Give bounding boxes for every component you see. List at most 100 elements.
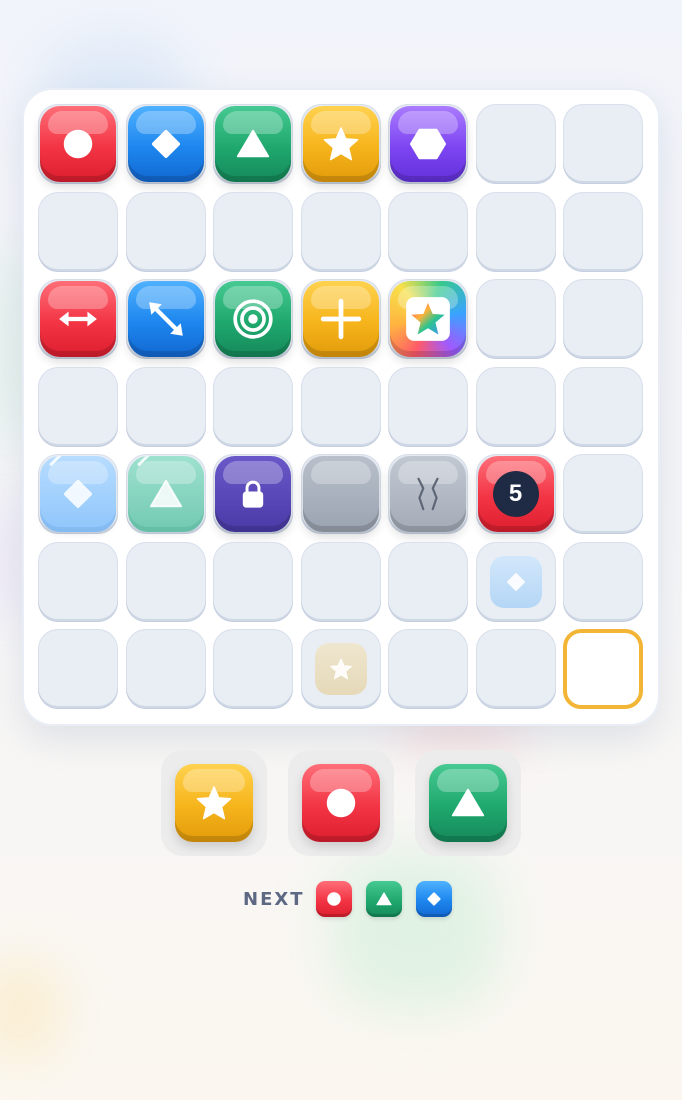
board-cell[interactable] xyxy=(475,191,556,272)
powerup-tile-rainbow[interactable] xyxy=(390,281,466,357)
board-cell[interactable] xyxy=(38,454,118,534)
board-grid: 5 xyxy=(38,104,643,709)
board-cell[interactable] xyxy=(388,104,468,184)
diamond-icon xyxy=(427,892,441,906)
powerup-tile-green[interactable] xyxy=(215,281,291,357)
board-cell[interactable] xyxy=(563,541,643,622)
tray-slot[interactable] xyxy=(415,750,521,856)
tray-piece-red[interactable] xyxy=(302,764,380,842)
gem-tile-blue[interactable] xyxy=(127,106,204,182)
board-cell[interactable] xyxy=(38,629,118,709)
cracked-stone-tile-gray[interactable] xyxy=(390,456,466,532)
board-cell[interactable] xyxy=(300,541,381,622)
board-cell[interactable] xyxy=(125,191,206,272)
tray-piece-green[interactable] xyxy=(429,764,507,842)
ice-shine xyxy=(48,456,67,467)
board-cell[interactable] xyxy=(213,279,293,359)
board-cell[interactable] xyxy=(213,191,293,272)
next-queue: NEXT xyxy=(0,880,682,918)
board-cell[interactable] xyxy=(300,279,381,359)
tray-slot[interactable] xyxy=(288,750,394,856)
horizontal-arrows-icon xyxy=(59,311,97,327)
board-cell[interactable] xyxy=(213,104,293,184)
triangle-icon xyxy=(451,788,485,817)
board-cell[interactable] xyxy=(388,541,468,622)
board-cell[interactable] xyxy=(125,279,206,359)
board-cell[interactable] xyxy=(213,541,293,622)
diamond-icon xyxy=(506,572,525,591)
rainbow-star-icon xyxy=(406,297,450,341)
background-blob xyxy=(330,850,500,1010)
board-cell[interactable] xyxy=(38,279,118,359)
board-cell[interactable] xyxy=(125,629,206,709)
placement-preview xyxy=(489,555,542,608)
board-cell[interactable] xyxy=(125,541,206,622)
board-cell[interactable] xyxy=(125,454,206,534)
board-cell[interactable] xyxy=(388,366,468,447)
ice-tile-green[interactable] xyxy=(127,456,204,532)
ice-tile-blue[interactable] xyxy=(40,456,116,532)
board-cell[interactable] xyxy=(563,279,643,359)
tray-slot[interactable] xyxy=(161,750,267,856)
board-cell[interactable] xyxy=(213,366,293,447)
gem-tile-green[interactable] xyxy=(215,106,291,182)
bomb-counter-tile-red[interactable]: 5 xyxy=(477,456,554,532)
board-cell[interactable] xyxy=(300,629,381,709)
star-icon xyxy=(329,658,352,680)
board-cell[interactable] xyxy=(38,191,118,272)
powerup-tile-blue[interactable] xyxy=(127,281,204,357)
powerup-tile-red[interactable] xyxy=(40,281,116,357)
board-cell[interactable] xyxy=(388,191,468,272)
gem-tile-purple[interactable] xyxy=(390,106,466,182)
board-cell[interactable] xyxy=(388,454,468,534)
star-icon xyxy=(196,786,232,820)
triangle-icon xyxy=(236,129,270,158)
board-cell[interactable] xyxy=(475,629,556,709)
tray-piece-yellow[interactable] xyxy=(175,764,253,842)
next-piece-red xyxy=(316,881,352,917)
board-cell[interactable] xyxy=(125,366,206,447)
locked-tile-purple[interactable] xyxy=(215,456,291,532)
board-cell[interactable] xyxy=(475,279,556,359)
game-board: 5 xyxy=(22,88,660,726)
target-rings-icon xyxy=(233,299,273,339)
background-blob xyxy=(0,960,60,1060)
board-cell[interactable]: 5 xyxy=(475,454,556,534)
triangle-icon xyxy=(376,892,392,906)
board-cell[interactable] xyxy=(563,454,643,534)
circle-icon xyxy=(63,129,93,159)
stone-tile-gray[interactable] xyxy=(302,456,379,532)
board-cell[interactable] xyxy=(388,629,468,709)
board-cell[interactable] xyxy=(300,454,381,534)
board-cell[interactable] xyxy=(38,366,118,447)
board-cell[interactable] xyxy=(475,541,556,622)
diamond-icon xyxy=(151,130,180,158)
padlock-icon xyxy=(242,480,264,508)
board-cell[interactable] xyxy=(38,104,118,184)
board-cell[interactable] xyxy=(213,454,293,534)
board-cell[interactable] xyxy=(125,104,206,184)
placement-preview xyxy=(314,643,367,695)
diamond-icon xyxy=(64,480,92,508)
powerup-tile-yellow[interactable] xyxy=(302,281,379,357)
board-cell[interactable] xyxy=(300,191,381,272)
board-cell[interactable] xyxy=(38,541,118,622)
crack-icon xyxy=(417,477,439,511)
board-cell[interactable] xyxy=(213,629,293,709)
diagonal-arrows-icon xyxy=(148,302,183,336)
plus-cross-icon xyxy=(320,298,361,340)
next-piece-green xyxy=(366,881,402,917)
gem-tile-red[interactable] xyxy=(40,106,116,182)
board-cell[interactable] xyxy=(563,191,643,272)
gem-tile-yellow[interactable] xyxy=(302,106,379,182)
board-cell[interactable] xyxy=(563,366,643,447)
board-cell[interactable] xyxy=(475,104,556,184)
board-cell[interactable] xyxy=(300,366,381,447)
board-cell[interactable] xyxy=(388,279,468,359)
board-cell[interactable] xyxy=(475,366,556,447)
hexagon-icon xyxy=(409,128,447,160)
circle-icon xyxy=(326,788,356,818)
board-cell-placement-target[interactable] xyxy=(563,629,643,709)
board-cell[interactable] xyxy=(300,104,381,184)
board-cell[interactable] xyxy=(563,104,643,184)
